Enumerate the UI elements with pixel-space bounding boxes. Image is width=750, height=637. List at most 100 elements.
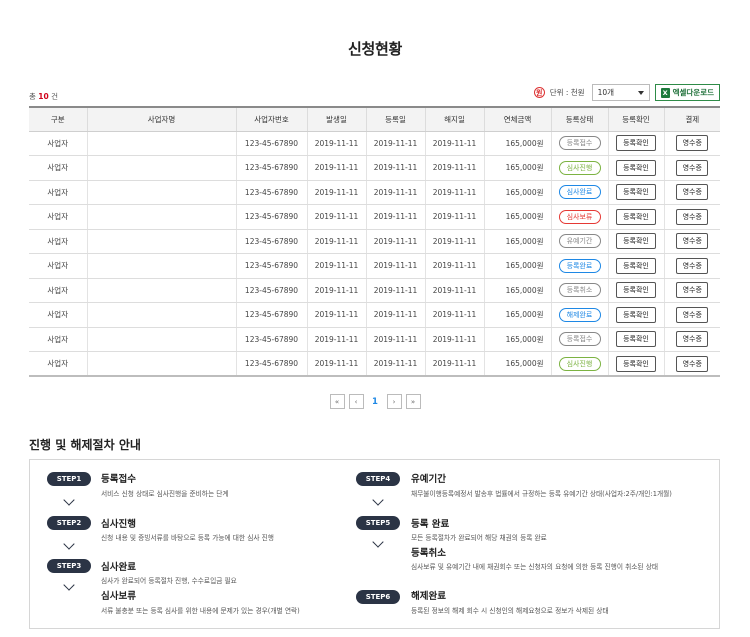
row-overdue-amount: 165,000원 — [484, 327, 552, 352]
row-cancelled-date: 2019-11-11 — [425, 278, 485, 303]
receipt-button[interactable]: 영수증 — [676, 331, 709, 348]
row-payment-cell: 영수증 — [664, 131, 720, 156]
step3-alt-name: 심사보류 — [101, 591, 136, 602]
row-registered-date: 2019-11-11 — [366, 327, 426, 352]
row-business-number: 123-45-67890 — [236, 180, 308, 205]
row-business-name — [87, 131, 237, 156]
registration-confirm-button[interactable]: 등록확인 — [616, 355, 656, 372]
receipt-button[interactable]: 영수증 — [676, 233, 709, 250]
col-header: 해지일 — [425, 106, 485, 132]
row-payment-cell: 영수증 — [664, 302, 720, 328]
row-confirm-cell: 등록확인 — [608, 253, 665, 279]
receipt-button[interactable]: 영수증 — [676, 355, 709, 372]
first-page-button[interactable]: « — [329, 394, 345, 409]
step6-badge: STEP6 — [356, 590, 400, 604]
col-header: 결제 — [664, 106, 720, 132]
receipt-button[interactable]: 영수증 — [676, 208, 709, 225]
receipt-button[interactable]: 영수증 — [676, 257, 709, 274]
guide-title: 진행 및 해제절차 안내 — [29, 438, 141, 452]
next-page-button[interactable]: › — [386, 394, 402, 409]
last-page-button[interactable]: » — [405, 394, 421, 409]
row-status-cell: 등록완료 — [551, 253, 609, 279]
row-business-number: 123-45-67890 — [236, 302, 308, 328]
row-overdue-amount: 165,000원 — [484, 131, 552, 156]
row-payment-cell: 영수증 — [664, 180, 720, 205]
step4-desc: 채무불이행등록예정서 발송후 법률에서 규정하는 등록 유예기간 상태(사업자:… — [411, 490, 672, 498]
table-row: 사업자 123-45-67890 2019-11-11 2019-11-11 2019-… — [29, 180, 720, 205]
receipt-button[interactable]: 영수증 — [676, 306, 709, 323]
row-occurred-date: 2019-11-11 — [307, 204, 367, 230]
row-payment-cell: 영수증 — [664, 155, 720, 181]
step6-desc: 등록된 정보의 해제 회수 시 신청인의 해제요청으로 정보가 삭제된 상태 — [411, 607, 609, 615]
row-type: 사업자 — [29, 302, 88, 328]
step3-badge: STEP3 — [47, 559, 91, 573]
col-header: 등록확인 — [608, 106, 665, 132]
chevron-down-icon — [372, 494, 384, 506]
row-business-number: 123-45-67890 — [236, 351, 308, 377]
status-badge: 심사진행 — [558, 356, 601, 371]
registration-confirm-button[interactable]: 등록확인 — [616, 331, 656, 348]
row-status-cell: 등록취소 — [551, 278, 609, 303]
status-badge: 심사보류 — [558, 209, 601, 224]
step2-desc: 신청 내용 및 증빙서류를 바탕으로 등록 가능에 대한 심사 진행 — [101, 534, 274, 542]
row-status-cell: 심사보류 — [551, 204, 609, 230]
row-payment-cell: 영수증 — [664, 253, 720, 279]
row-confirm-cell: 등록확인 — [608, 131, 665, 156]
row-occurred-date: 2019-11-11 — [307, 229, 367, 254]
row-registered-date: 2019-11-11 — [366, 253, 426, 279]
receipt-button[interactable]: 영수증 — [676, 282, 709, 299]
page-size-select[interactable]: 10개 — [591, 84, 650, 101]
step5-alt-desc: 심사보류 및 유예기간 내에 채권회수 또는 신청자의 요청에 의한 등록 진행… — [411, 563, 658, 571]
prev-page-button[interactable]: ‹ — [348, 394, 364, 409]
row-cancelled-date: 2019-11-11 — [425, 131, 485, 156]
registration-confirm-button[interactable]: 등록확인 — [616, 257, 656, 274]
page-size-value: 10개 — [597, 88, 615, 97]
row-status-cell: 심사완료 — [551, 180, 609, 205]
col-header: 등록일 — [366, 106, 426, 132]
registration-confirm-button[interactable]: 등록확인 — [616, 233, 656, 250]
row-business-number: 123-45-67890 — [236, 327, 308, 352]
row-occurred-date: 2019-11-11 — [307, 351, 367, 377]
table-header-row: 구분 사업자명 사업자번호 발생일 등록일 해지일 연체금액 등록상태 등록확인… — [29, 106, 720, 132]
current-page[interactable]: 1 — [368, 394, 383, 409]
row-overdue-amount: 165,000원 — [484, 351, 552, 377]
row-overdue-amount: 165,000원 — [484, 229, 552, 254]
row-occurred-date: 2019-11-11 — [307, 302, 367, 328]
row-registered-date: 2019-11-11 — [366, 351, 426, 377]
step2-badge: STEP2 — [47, 516, 91, 530]
receipt-button[interactable]: 영수증 — [676, 135, 709, 152]
col-header: 사업자번호 — [236, 106, 308, 132]
pagination: « ‹ 1 › » — [0, 394, 750, 409]
step2-name: 심사진행 — [101, 519, 136, 530]
receipt-button[interactable]: 영수증 — [676, 159, 709, 176]
step3-name: 심사완료 — [101, 562, 136, 573]
receipt-button[interactable]: 영수증 — [676, 184, 709, 201]
step3-alt-desc: 서류 불충분 또는 등록 심사를 위한 내용에 문제가 있는 경우(개별 연락) — [101, 607, 300, 615]
row-business-name — [87, 278, 237, 303]
excel-download-button[interactable]: X 엑셀다운로드 — [654, 84, 720, 101]
row-business-name — [87, 155, 237, 181]
step5-name: 등록 완료 — [411, 519, 450, 530]
row-occurred-date: 2019-11-11 — [307, 253, 367, 279]
excel-icon: X — [660, 87, 670, 98]
toolbar: 원 단위 : 천원 10개 X 엑셀다운로드 — [533, 84, 720, 101]
registration-confirm-button[interactable]: 등록확인 — [616, 184, 656, 201]
registration-confirm-button[interactable]: 등록확인 — [616, 208, 656, 225]
registration-confirm-button[interactable]: 등록확인 — [616, 135, 656, 152]
registration-confirm-button[interactable]: 등록확인 — [616, 282, 656, 299]
step5-badge: STEP5 — [356, 516, 400, 530]
col-header: 발생일 — [307, 106, 367, 132]
row-confirm-cell: 등록확인 — [608, 155, 665, 181]
total-prefix: 총 — [29, 92, 36, 101]
row-business-name — [87, 302, 237, 328]
table-row: 사업자 123-45-67890 2019-11-11 2019-11-11 2019-… — [29, 229, 720, 254]
row-business-name — [87, 204, 237, 230]
row-registered-date: 2019-11-11 — [366, 204, 426, 230]
row-payment-cell: 영수증 — [664, 204, 720, 230]
step3-desc: 심사가 완료되어 등록절차 진행, 수수료입금 필요 — [101, 577, 237, 585]
row-registered-date: 2019-11-11 — [366, 155, 426, 181]
table-row: 사업자 123-45-67890 2019-11-11 2019-11-11 2019-… — [29, 253, 720, 279]
row-status-cell: 심사진행 — [551, 155, 609, 181]
registration-confirm-button[interactable]: 등록확인 — [616, 306, 656, 323]
registration-confirm-button[interactable]: 등록확인 — [616, 159, 656, 176]
